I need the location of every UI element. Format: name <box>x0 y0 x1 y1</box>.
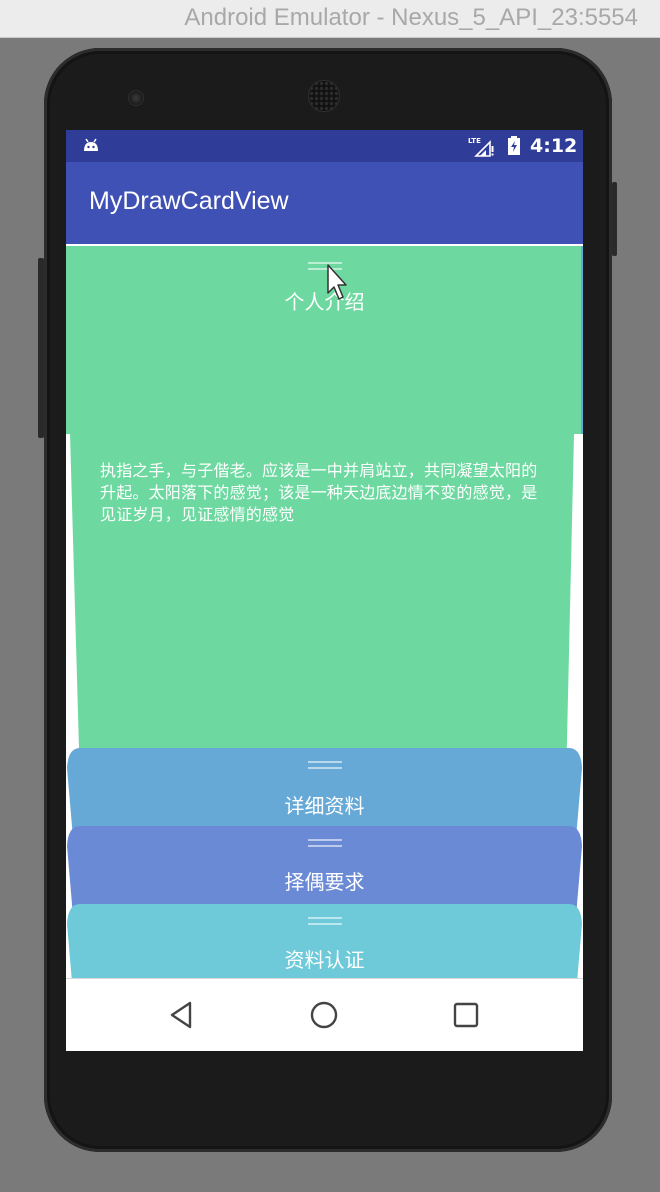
card-title: 个人介绍 <box>284 290 365 314</box>
card-body-text: 执指之手，与子偕老。应该是一中并肩站立，共同凝望太阳的升起。太阳落下的感觉；该是… <box>100 461 538 524</box>
navigation-bar <box>66 978 583 1051</box>
volume-button[interactable] <box>38 258 44 438</box>
app-bar: MyDrawCardView <box>66 162 583 244</box>
power-button[interactable] <box>612 182 617 256</box>
battery-icon <box>508 136 520 155</box>
front-camera <box>128 90 144 106</box>
emulator-title-bar: Android Emulator - Nexus_5_API_23:5554 <box>0 0 660 38</box>
drag-handle[interactable] <box>307 839 342 847</box>
network-type-label: LTE <box>468 137 481 145</box>
lte-signal-icon: LTE <box>468 137 494 157</box>
app-title: MyDrawCardView <box>89 187 289 215</box>
recents-icon <box>453 1002 479 1028</box>
drag-handle[interactable] <box>307 917 342 925</box>
drag-handle[interactable] <box>307 761 342 769</box>
card-title: 资料认证 <box>284 948 365 972</box>
recents-button[interactable] <box>446 995 486 1035</box>
android-icon <box>84 138 98 151</box>
back-button[interactable] <box>162 995 202 1035</box>
home-button[interactable] <box>304 995 344 1035</box>
card-personal-intro[interactable]: 个人介绍 执指之手，与子偕老。应该是一中并肩站立，共同凝望太阳的升起。太阳落下的… <box>66 244 583 784</box>
card-title: 详细资料 <box>284 794 365 818</box>
mouse-pointer-icon <box>327 264 347 300</box>
back-icon <box>170 1001 192 1029</box>
card-title: 择偶要求 <box>284 870 365 894</box>
status-bar: LTE 4:12 <box>66 130 583 162</box>
emulator-window-title: Android Emulator - Nexus_5_API_23:5554 <box>184 4 638 31</box>
status-time: 4:12 <box>530 135 578 157</box>
earpiece-speaker <box>308 80 340 112</box>
home-icon <box>310 1001 338 1029</box>
device-screen: LTE 4:12 MyDrawCardView 个人介绍 执指之手，与子偕老。应… <box>66 130 583 1051</box>
